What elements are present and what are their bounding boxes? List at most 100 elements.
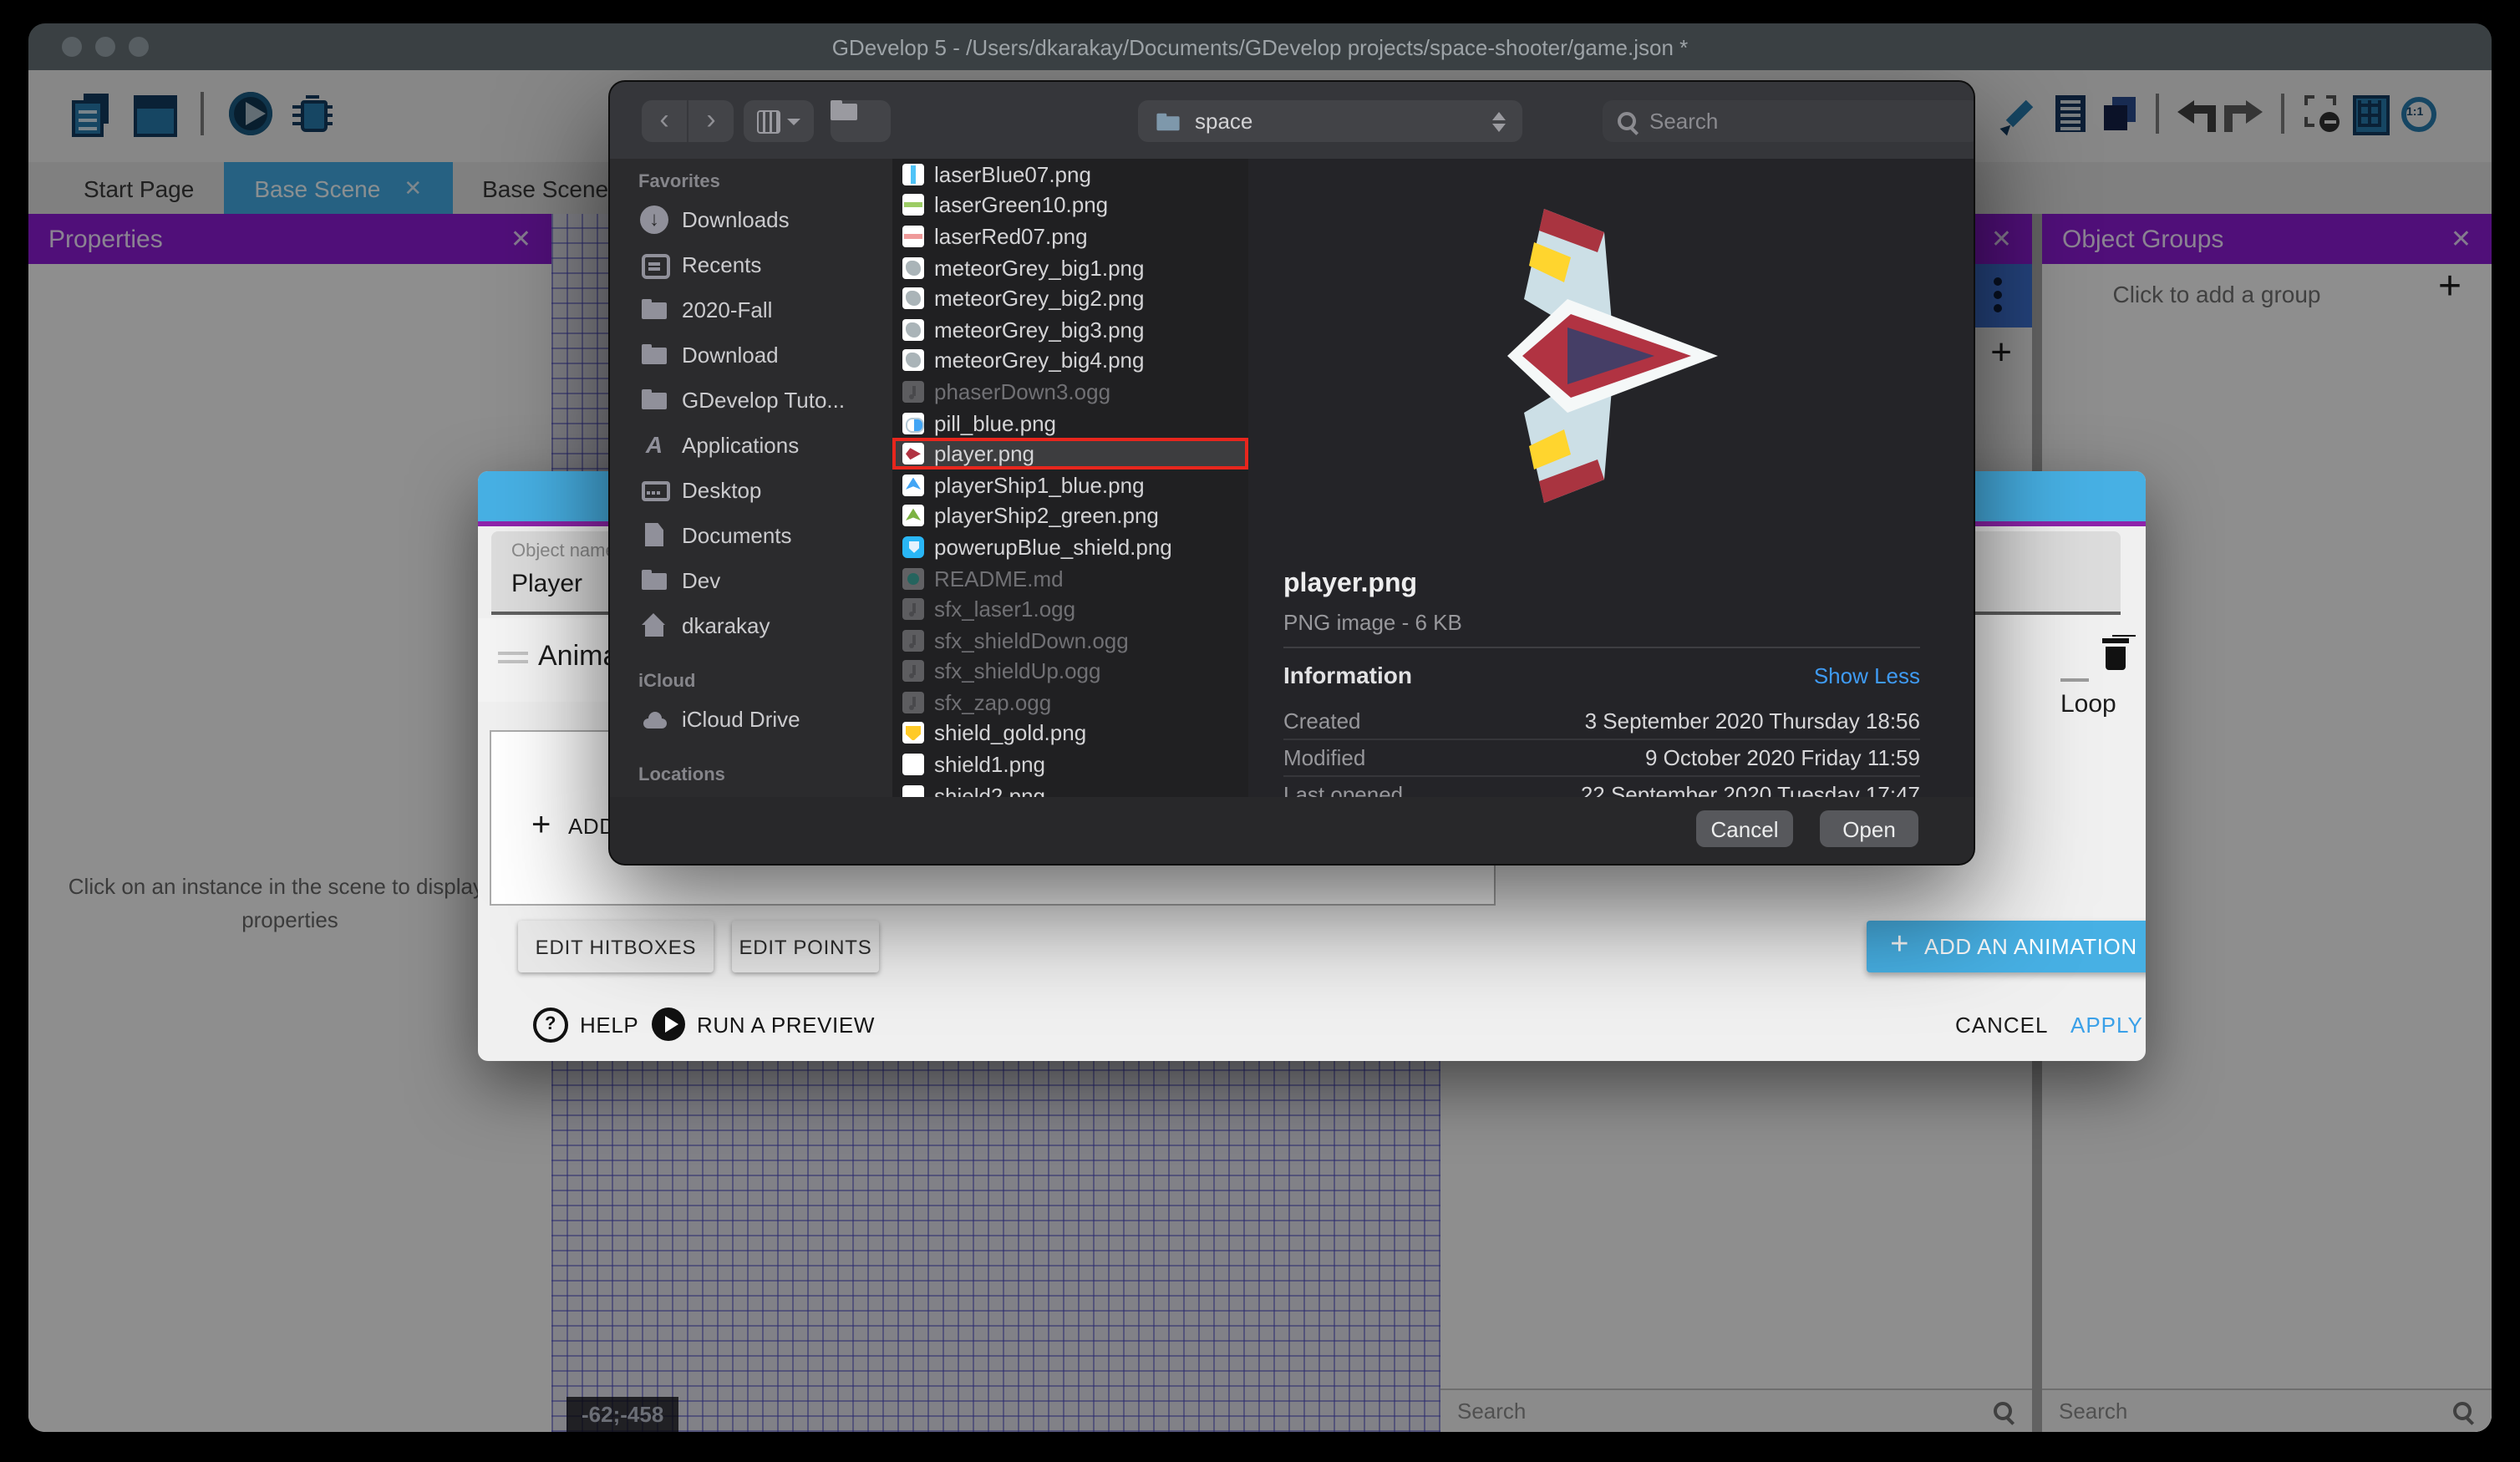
divider	[1283, 647, 1920, 648]
folder-icon	[640, 566, 668, 595]
titlebar[interactable]: GDevelop 5 - /Users/dkarakay/Documents/G…	[28, 23, 2492, 70]
sidebar-item[interactable]: Recents	[610, 242, 892, 287]
object-name-label: Object name	[511, 541, 616, 561]
audio-icon	[902, 598, 924, 620]
recents-icon	[640, 251, 668, 279]
minimize-window-icon[interactable]	[95, 37, 115, 57]
sidebar-item[interactable]: Applications	[610, 423, 892, 468]
sidebar-item[interactable]: dkarakay	[610, 603, 892, 648]
file-row[interactable]: meteorGrey_big2.png	[892, 283, 1248, 314]
icloud-list: iCloud Drive	[610, 697, 892, 742]
sidebar-item[interactable]: iCloud Drive	[610, 697, 892, 742]
zoom-window-icon[interactable]	[129, 37, 149, 57]
file-row[interactable]: meteorGrey_big1.png	[892, 252, 1248, 283]
file-row[interactable]: README.md	[892, 562, 1248, 593]
meteor-icon	[902, 256, 924, 278]
file-row[interactable]: meteorGrey_big4.png	[892, 345, 1248, 376]
player-sprite-preview	[1504, 192, 1725, 520]
powerup-icon	[902, 536, 924, 558]
downloads-icon	[640, 206, 668, 234]
show-less-link[interactable]: Show Less	[1814, 663, 1920, 688]
file-row[interactable]: player.png	[892, 439, 1248, 470]
file-row[interactable]: shield2.png	[892, 780, 1248, 797]
sidebar-item[interactable]: Dev	[610, 558, 892, 603]
file-row[interactable]: laserGreen10.png	[892, 190, 1248, 221]
delete-animation-icon[interactable]	[2101, 633, 2131, 673]
file-row[interactable]: meteorGrey_big3.png	[892, 314, 1248, 345]
laser-blue-icon	[902, 164, 924, 185]
shield-white-icon	[902, 754, 924, 775]
view-mode-button[interactable]	[744, 100, 814, 142]
forward-icon[interactable]: ›	[688, 100, 734, 142]
file-row[interactable]: shield1.png	[892, 749, 1248, 780]
file-list: laserBlue07.png laserGreen10.png laserRe…	[892, 159, 1250, 797]
desktop: GDevelop 5 - /Users/dkarakay/Documents/G…	[0, 0, 2520, 1462]
back-icon[interactable]: ‹	[642, 100, 688, 142]
sidebar-item[interactable]: Desktop	[610, 468, 892, 513]
file-row[interactable]: laserRed07.png	[892, 221, 1248, 251]
meteor-icon	[902, 287, 924, 309]
current-folder-name: space	[1195, 109, 1252, 134]
column-view-icon	[757, 109, 780, 133]
add-frame-button[interactable]: + ADD	[531, 807, 616, 845]
file-row[interactable]: playerShip2_green.png	[892, 500, 1248, 531]
sidebar-item[interactable]: GDevelop Tuto...	[610, 378, 892, 423]
cancel-button[interactable]: CANCEL	[1955, 1013, 2049, 1038]
cancel-button[interactable]: Cancel	[1696, 810, 1793, 847]
meteor-icon	[902, 350, 924, 372]
file-row[interactable]: sfx_laser1.ogg	[892, 594, 1248, 625]
favorites-list: Downloads Recents 2020-Fall	[610, 197, 892, 648]
help-icon: ?	[533, 1008, 568, 1043]
plus-icon: +	[1890, 926, 1909, 963]
information-title: Information	[1283, 662, 1412, 688]
preview-filename: player.png	[1283, 570, 1417, 600]
player-icon	[902, 443, 924, 464]
dropdown-chevrons-icon	[1492, 111, 1506, 131]
file-row[interactable]: pill_blue.png	[892, 408, 1248, 439]
add-animation-button[interactable]: + ADD AN ANIMATION	[1867, 921, 2146, 972]
favorites-label: Favorites	[638, 172, 892, 192]
file-row[interactable]: sfx_shieldUp.ogg	[892, 656, 1248, 687]
file-row[interactable]: playerShip1_blue.png	[892, 470, 1248, 500]
folder-icon	[640, 386, 668, 414]
file-dialog-body: Favorites Downloads Recents	[610, 159, 1974, 797]
sidebar-item[interactable]: Downloads	[610, 197, 892, 242]
run-preview-button[interactable]: RUN A PREVIEW	[652, 1008, 875, 1041]
file-row[interactable]: sfx_zap.ogg	[892, 687, 1248, 718]
object-name-value: Player	[511, 570, 582, 598]
chevron-down-icon	[787, 118, 800, 124]
file-row[interactable]: sfx_shieldDown.ogg	[892, 625, 1248, 656]
current-folder-dropdown[interactable]: space	[1138, 100, 1522, 142]
help-button[interactable]: ? HELP	[533, 1008, 638, 1043]
sidebar-item[interactable]: 2020-Fall	[610, 287, 892, 333]
file-dialog-sidebar: Favorites Downloads Recents	[610, 159, 892, 797]
applications-icon	[640, 431, 668, 459]
audio-icon	[902, 629, 924, 651]
preview-file-meta: PNG image - 6 KB	[1283, 610, 1462, 635]
sidebar-item[interactable]: Download	[610, 333, 892, 378]
sidebar-item[interactable]: Documents	[610, 513, 892, 558]
shield-gold-icon	[902, 723, 924, 744]
file-search-field[interactable]: Search	[1603, 100, 1975, 142]
file-row[interactable]: shield_gold.png	[892, 718, 1248, 749]
desktop-icon	[640, 476, 668, 505]
audio-icon	[902, 381, 924, 403]
ship-blue-icon	[902, 474, 924, 495]
meteor-icon	[902, 319, 924, 341]
loop-field-underline	[2060, 678, 2089, 682]
edit-points-button[interactable]: EDIT POINTS	[732, 921, 879, 972]
new-folder-button[interactable]	[831, 100, 891, 142]
cloud-icon	[640, 705, 668, 734]
laser-green-icon	[902, 195, 924, 216]
drag-handle-icon[interactable]	[498, 652, 528, 655]
open-button[interactable]: Open	[1820, 810, 1918, 847]
folder-icon	[1156, 113, 1179, 129]
apply-button[interactable]: APPLY	[2070, 1013, 2143, 1038]
close-window-icon[interactable]	[62, 37, 82, 57]
file-row[interactable]: laserBlue07.png	[892, 159, 1248, 190]
file-row[interactable]: phaserDown3.ogg	[892, 376, 1248, 407]
edit-hitboxes-button[interactable]: EDIT HITBOXES	[518, 921, 714, 972]
file-row[interactable]: powerupBlue_shield.png	[892, 531, 1248, 562]
info-row: Created 3 September 2020 Thursday 18:56	[1283, 703, 1920, 740]
play-icon	[652, 1008, 685, 1041]
